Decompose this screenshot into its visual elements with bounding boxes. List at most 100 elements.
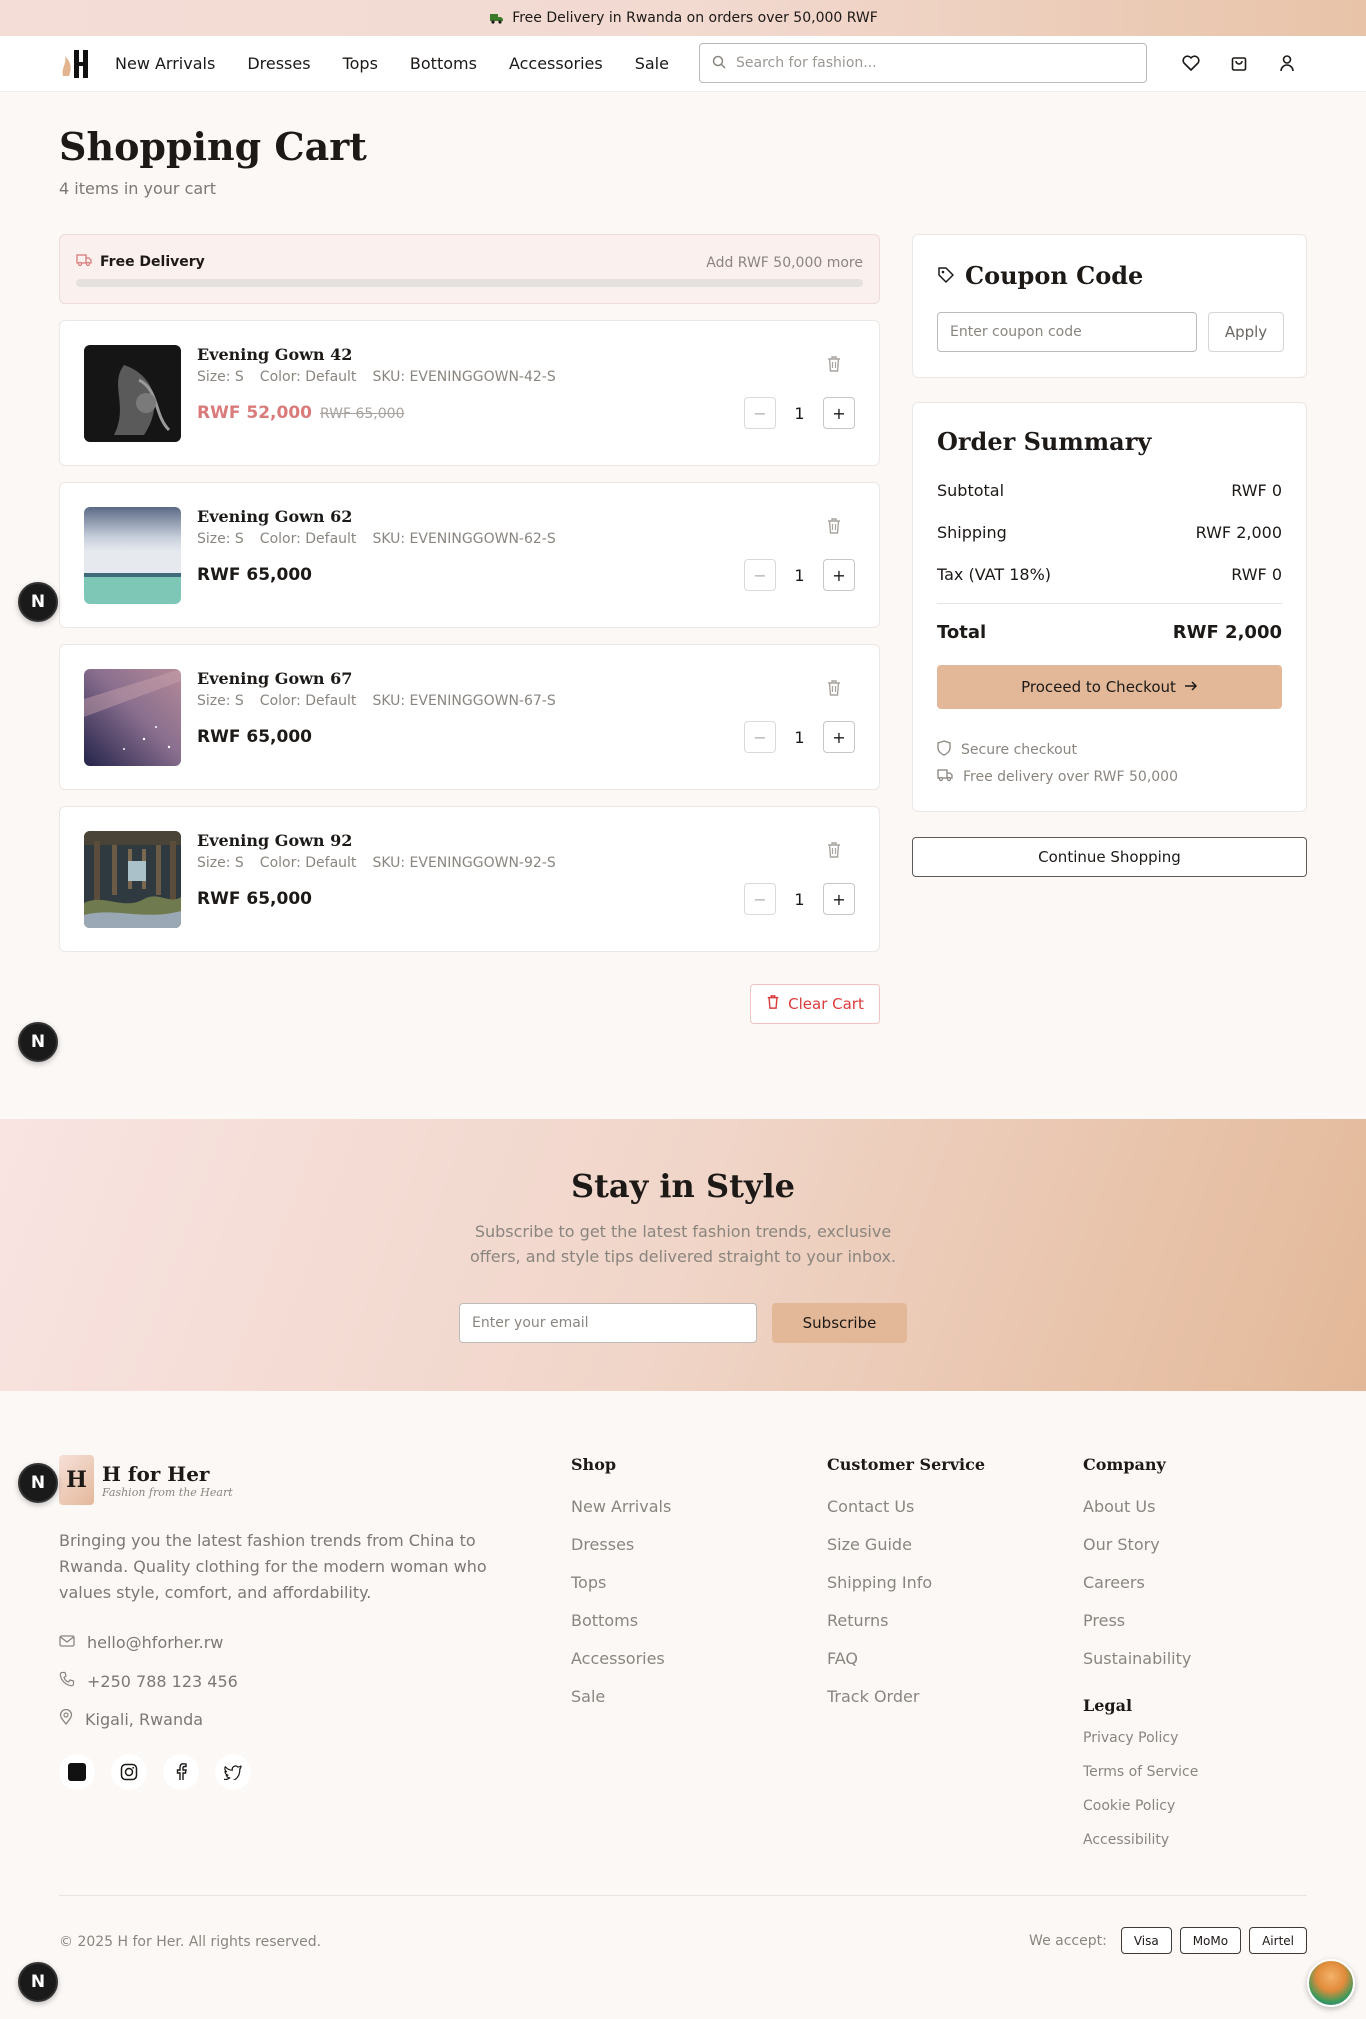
trash-icon[interactable]	[826, 517, 844, 535]
increase-quantity-button[interactable]: +	[823, 559, 855, 591]
product-name[interactable]: Evening Gown 92	[197, 831, 352, 850]
instagram-icon[interactable]	[111, 1754, 147, 1790]
newsletter-subtitle: Subscribe to get the latest fashion tren…	[469, 1222, 897, 1266]
clear-cart-label: Clear Cart	[788, 995, 864, 1013]
footer-email-text: hello@hforher.rw	[87, 1633, 224, 1652]
nav-tops[interactable]: Tops	[343, 54, 378, 73]
footer-link-tops[interactable]: Tops	[571, 1564, 671, 1602]
footer-email[interactable]: hello@hforher.rw	[59, 1633, 223, 1652]
nav-sale[interactable]: Sale	[635, 54, 669, 73]
proceed-to-checkout-button[interactable]: Proceed to Checkout	[937, 665, 1282, 709]
footer-link-bottoms[interactable]: Bottoms	[571, 1602, 671, 1640]
dev-tools-badge[interactable]: N	[18, 1022, 58, 1062]
decrease-quantity-button[interactable]: −	[744, 559, 776, 591]
coupon-card: Coupon Code Apply	[912, 234, 1307, 378]
footer-link-returns[interactable]: Returns	[827, 1602, 985, 1640]
trash-icon[interactable]	[826, 679, 844, 697]
footer-link-sustainability[interactable]: Sustainability	[1083, 1640, 1198, 1678]
shopping-bag-icon[interactable]	[1228, 52, 1250, 74]
user-icon[interactable]	[1276, 52, 1298, 74]
tiktok-icon[interactable]	[59, 1754, 95, 1790]
nav-accessories[interactable]: Accessories	[509, 54, 603, 73]
coupon-input[interactable]	[937, 312, 1197, 352]
progress-bar	[76, 279, 863, 287]
shipping-value: RWF 2,000	[1195, 523, 1282, 542]
arrow-right-icon	[1184, 678, 1198, 696]
dev-tools-badge[interactable]: N	[18, 1962, 58, 2002]
secure-checkout-note: Secure checkout	[937, 740, 1077, 760]
original-price: RWF 65,000	[319, 406, 405, 422]
payment-visa: Visa	[1120, 1927, 1172, 1954]
footer-link-dresses[interactable]: Dresses	[571, 1526, 671, 1564]
footer-link-sale[interactable]: Sale	[571, 1678, 671, 1716]
dev-tools-badge[interactable]: N	[18, 1463, 58, 1503]
decrease-quantity-button[interactable]: −	[744, 721, 776, 753]
trash-icon[interactable]	[826, 355, 844, 373]
footer-link-careers[interactable]: Careers	[1083, 1564, 1198, 1602]
increase-quantity-button[interactable]: +	[823, 883, 855, 915]
summary-divider	[937, 603, 1282, 604]
footer-link-track-order[interactable]: Track Order	[827, 1678, 985, 1716]
facebook-icon[interactable]	[163, 1754, 199, 1790]
footer-link-cookie-policy[interactable]: Cookie Policy	[1083, 1789, 1198, 1823]
quantity-value: 1	[794, 889, 805, 909]
search-input[interactable]	[736, 55, 1146, 71]
product-size: Size: S	[197, 531, 244, 547]
twitter-icon[interactable]	[215, 1754, 251, 1790]
footer-brand[interactable]: H H for Her Fashion from the Heart	[59, 1455, 233, 1505]
product-image[interactable]	[84, 669, 181, 766]
footer-link-our-story[interactable]: Our Story	[1083, 1526, 1198, 1564]
apply-coupon-button[interactable]: Apply	[1208, 312, 1284, 352]
product-color: Color: Default	[259, 855, 357, 871]
product-price: RWF 52,000 RWF 65,000	[197, 403, 404, 423]
subscribe-button[interactable]: Subscribe	[772, 1303, 907, 1343]
product-meta: Size: S Color: Default SKU: EVENINGGOWN-…	[197, 693, 556, 709]
footer-link-terms-of-service[interactable]: Terms of Service	[1083, 1755, 1198, 1789]
free-delivery-progress: Free Delivery Add RWF 50,000 more	[59, 234, 880, 304]
product-image[interactable]	[84, 507, 181, 604]
increase-quantity-button[interactable]: +	[823, 397, 855, 429]
quantity-value: 1	[794, 727, 805, 747]
dev-tools-badge[interactable]: N	[18, 582, 58, 622]
footer-link-accessories[interactable]: Accessories	[571, 1640, 671, 1678]
footer-link-about-us[interactable]: About Us	[1083, 1488, 1198, 1526]
footer-link-press[interactable]: Press	[1083, 1602, 1198, 1640]
heart-icon[interactable]	[1180, 52, 1202, 74]
footer-shop-column: Shop New Arrivals Dresses Tops Bottoms A…	[571, 1455, 671, 1716]
product-name[interactable]: Evening Gown 42	[197, 345, 352, 364]
footer-phone[interactable]: +250 788 123 456	[59, 1671, 238, 1691]
footer-link-faq[interactable]: FAQ	[827, 1640, 985, 1678]
newsletter-email-input[interactable]	[459, 1303, 757, 1343]
product-sku: SKU: EVENINGGOWN-62-S	[372, 531, 556, 547]
product-image[interactable]	[84, 345, 181, 442]
assistant-avatar[interactable]	[1307, 1959, 1355, 2007]
total-row: Total RWF 2,000	[937, 622, 1282, 643]
footer-link-privacy-policy[interactable]: Privacy Policy	[1083, 1721, 1198, 1755]
product-meta: Size: S Color: Default SKU: EVENINGGOWN-…	[197, 855, 556, 871]
trash-icon[interactable]	[826, 841, 844, 859]
product-name[interactable]: Evening Gown 67	[197, 669, 352, 688]
clear-cart-button[interactable]: Clear Cart	[750, 984, 880, 1024]
brand-logo[interactable]	[59, 48, 91, 80]
footer-link-contact-us[interactable]: Contact Us	[827, 1488, 985, 1526]
footer-link-accessibility[interactable]: Accessibility	[1083, 1823, 1198, 1857]
product-name[interactable]: Evening Gown 62	[197, 507, 352, 526]
decrease-quantity-button[interactable]: −	[744, 883, 776, 915]
nav-new-arrivals[interactable]: New Arrivals	[115, 54, 215, 73]
nav-bottoms[interactable]: Bottoms	[410, 54, 477, 73]
footer-location-text: Kigali, Rwanda	[85, 1709, 204, 1729]
price: RWF 65,000	[197, 727, 312, 747]
increase-quantity-button[interactable]: +	[823, 721, 855, 753]
footer-company-column: Company About Us Our Story Careers Press…	[1083, 1455, 1198, 1857]
product-size: Size: S	[197, 369, 244, 385]
footer-phone-text: +250 788 123 456	[87, 1671, 238, 1691]
continue-shopping-button[interactable]: Continue Shopping	[912, 837, 1307, 877]
nav-dresses[interactable]: Dresses	[247, 54, 310, 73]
product-color: Color: Default	[259, 693, 357, 709]
product-image[interactable]	[84, 831, 181, 928]
footer-link-shipping-info[interactable]: Shipping Info	[827, 1564, 985, 1602]
site-footer: H H for Her Fashion from the Heart Bring…	[0, 1391, 1366, 2019]
footer-link-size-guide[interactable]: Size Guide	[827, 1526, 985, 1564]
footer-link-new-arrivals[interactable]: New Arrivals	[571, 1488, 671, 1526]
decrease-quantity-button[interactable]: −	[744, 397, 776, 429]
